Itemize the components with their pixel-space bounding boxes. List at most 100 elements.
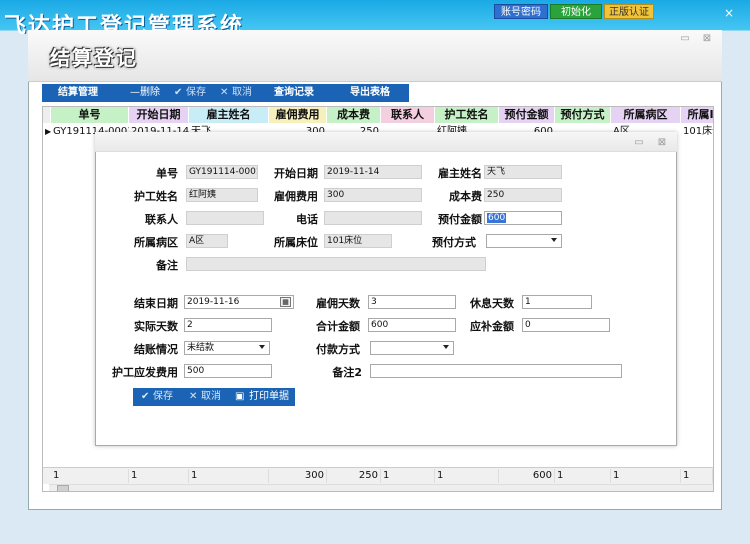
- horizontal-scrollbar[interactable]: [49, 484, 713, 491]
- end-date-label: 结束日期: [134, 297, 178, 310]
- supplement-amount-label: 应补金额: [470, 320, 514, 333]
- footer-cell: 600: [499, 469, 555, 483]
- contact-label: 联系人: [145, 213, 178, 226]
- footer-cell: 300: [269, 469, 327, 483]
- column-header[interactable]: 预付金额: [499, 107, 555, 123]
- rest-days-input[interactable]: 1: [522, 295, 592, 309]
- cancel-icon: ✕: [189, 391, 198, 402]
- start-date-label: 开始日期: [274, 167, 318, 180]
- table-cell[interactable]: 101床位: [681, 125, 713, 139]
- calendar-icon[interactable]: ▦: [280, 297, 291, 307]
- hire-fee-label: 雇佣费用: [274, 190, 318, 203]
- toolbar: 结算管理 — 删除 ✔ 保存 ✕ 取消 查询记录 导出表格: [42, 84, 409, 102]
- phone-field: [324, 211, 422, 225]
- toolbar-cancel-button[interactable]: 取消: [232, 84, 252, 102]
- window-title: 结算登记: [50, 46, 138, 70]
- chevron-down-icon: [259, 345, 265, 349]
- cancel-icon: ✕: [220, 87, 229, 98]
- initialize-button[interactable]: 初始化: [550, 4, 602, 19]
- total-amount-input[interactable]: 600: [368, 318, 456, 332]
- cost-fee-field: 250: [484, 188, 562, 202]
- hire-days-input[interactable]: 3: [368, 295, 456, 309]
- end-date-value: 2019-11-16: [187, 297, 240, 307]
- window-restore-icon[interactable]: ▭: [678, 34, 692, 44]
- supplement-amount-input[interactable]: 0: [522, 318, 610, 332]
- bed-label: 所属床位: [274, 236, 318, 249]
- actual-days-label: 实际天数: [134, 320, 178, 333]
- remark2-input[interactable]: [370, 364, 622, 378]
- prepaid-method-label: 预付方式: [432, 236, 476, 249]
- ward-label: 所属病区: [134, 236, 178, 249]
- dialog-button-bar: ✔ 保存 ✕ 取消 ▣ 打印单据: [133, 388, 295, 406]
- column-header[interactable]: 成本费: [327, 107, 381, 123]
- cost-fee-label: 成本费: [449, 190, 482, 203]
- column-header[interactable]: 所属病区: [611, 107, 681, 123]
- end-date-input[interactable]: 2019-11-16 ▦: [184, 295, 294, 309]
- dialog-save-button[interactable]: 保存: [153, 388, 173, 406]
- toolbar-save-button[interactable]: 保存: [186, 84, 206, 102]
- bed-field: 101床位: [324, 234, 392, 248]
- chevron-down-icon: [443, 345, 449, 349]
- column-header[interactable]: 雇佣费用: [269, 107, 327, 123]
- employer-name-field: 天飞: [484, 165, 562, 179]
- delete-button[interactable]: 删除: [140, 84, 160, 102]
- save-icon: ✔: [174, 87, 183, 98]
- app-close-icon[interactable]: ×: [720, 6, 738, 20]
- total-amount-label: 合计金额: [316, 320, 360, 333]
- remark2-label: 备注2: [332, 366, 362, 379]
- ward-field: A区: [186, 234, 228, 248]
- prepaid-amount-input[interactable]: 600: [484, 211, 562, 225]
- column-header[interactable]: 单号: [51, 107, 129, 123]
- nurse-pay-input[interactable]: 500: [184, 364, 272, 378]
- save-icon: ✔: [141, 391, 150, 402]
- row-marker: ▶: [45, 127, 51, 136]
- settle-status-label: 结账情况: [134, 343, 178, 356]
- nurse-name-label: 护工姓名: [134, 190, 178, 203]
- export-table-button[interactable]: 导出表格: [350, 84, 390, 102]
- footer-cell: 1: [129, 469, 189, 483]
- footer-cell: 1: [51, 469, 129, 483]
- column-header[interactable]: 联系人: [381, 107, 435, 123]
- start-date-field: 2019-11-14: [324, 165, 422, 179]
- prepaid-amount-value: 600: [487, 213, 507, 223]
- footer-cell: 1: [611, 469, 681, 483]
- dialog-cancel-button[interactable]: 取消: [201, 388, 221, 406]
- footer-cell: 1: [555, 469, 611, 483]
- footer-cell: 1: [681, 469, 713, 483]
- print-receipt-button[interactable]: 打印单据: [249, 388, 289, 406]
- actual-days-input[interactable]: 2: [184, 318, 272, 332]
- remark-field: [186, 257, 486, 271]
- dialog-restore-icon[interactable]: ▭: [632, 138, 646, 148]
- account-password-button[interactable]: 账号密码: [494, 4, 548, 19]
- payment-method-select[interactable]: [370, 341, 454, 355]
- column-header[interactable]: 开始日期: [129, 107, 189, 123]
- prepaid-amount-label: 预付金额: [438, 213, 482, 226]
- payment-method-label: 付款方式: [316, 343, 360, 356]
- chevron-down-icon: [551, 238, 557, 242]
- scrollbar-thumb[interactable]: [57, 485, 69, 491]
- column-header[interactable]: 所属I: [681, 107, 713, 123]
- settle-status-select[interactable]: 未结款: [184, 341, 270, 355]
- prepaid-method-select[interactable]: [486, 234, 562, 248]
- footer-cell: 1: [189, 469, 269, 483]
- order-no-label: 单号: [156, 167, 178, 180]
- column-header[interactable]: 雇主姓名: [189, 107, 269, 123]
- query-records-button[interactable]: 查询记录: [274, 84, 314, 102]
- nurse-pay-label: 护工应发费用: [112, 366, 178, 379]
- window-close-icon[interactable]: ⊠: [700, 34, 714, 44]
- dialog-close-icon[interactable]: ⊠: [655, 138, 669, 148]
- column-header[interactable]: 预付方式: [555, 107, 611, 123]
- order-no-field: GY191114-0001: [186, 165, 258, 179]
- footer-cell: 250: [327, 469, 381, 483]
- settlement-manage-button[interactable]: 结算管理: [58, 84, 98, 102]
- header-corner: [43, 107, 51, 123]
- footer-cell: 1: [435, 469, 499, 483]
- genuine-auth-button[interactable]: 正版认证: [604, 4, 654, 19]
- remark-label: 备注: [156, 259, 178, 272]
- contact-field: [186, 211, 264, 225]
- hire-fee-field: 300: [324, 188, 422, 202]
- print-icon: ▣: [235, 391, 245, 402]
- settle-status-value: 未结款: [187, 343, 215, 353]
- nurse-name-field: 红阿姨: [186, 188, 258, 202]
- column-header[interactable]: 护工姓名: [435, 107, 499, 123]
